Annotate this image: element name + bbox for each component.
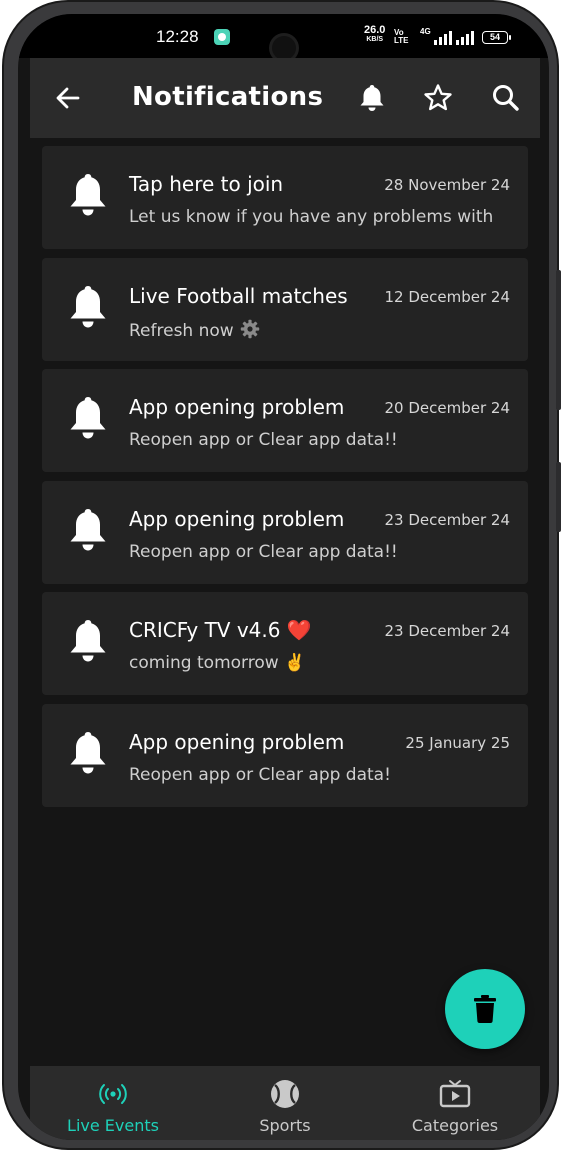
power-button [556, 270, 561, 410]
nav-item-categories[interactable]: Categories [390, 1066, 520, 1140]
network-speed-unit: KB/S [366, 36, 384, 43]
notification-date: 23 December 24 [384, 510, 511, 529]
signal-strength-icon-2 [456, 31, 474, 45]
bell-icon[interactable] [356, 82, 388, 114]
notification-body-text: Let us know if you have any problems wit… [129, 207, 494, 227]
volte-indicator: Vo LTE [394, 28, 409, 45]
notification-body-text: Refresh now [129, 320, 234, 341]
network-type: 4G [420, 27, 431, 36]
bell-icon [66, 730, 110, 778]
app-bar: Notifications [30, 58, 540, 138]
notification-body-text: Reopen app or Clear app data! [129, 764, 391, 785]
arrow-left-icon[interactable] [54, 84, 82, 112]
notification-date: 23 December 24 [384, 622, 511, 640]
trash-icon [474, 995, 496, 1023]
notification-title: Tap here to join [129, 172, 284, 196]
notification-title: App opening problem [129, 729, 345, 754]
screen: 12:28 26.0 KB/S Vo LTE 4G 54 Notificatio… [18, 14, 549, 1140]
ball-icon [271, 1080, 299, 1108]
signal-strength-icon [434, 31, 452, 45]
notification-body-text: coming tomorrow ✌️ [129, 653, 306, 673]
notification-card[interactable]: Live Football matches 12 December 24 Refre… [42, 257, 528, 361]
bell-icon [66, 507, 110, 555]
bell-icon [66, 284, 110, 332]
bottom-navigation: Live Events Sports Categories [30, 1066, 540, 1140]
notification-title: Live Football matches [129, 283, 348, 308]
nav-label-sports: Sports [259, 1116, 311, 1135]
notification-title: App opening problem [129, 506, 345, 531]
page-title: Notifications [132, 82, 324, 112]
status-bar: 12:28 26.0 KB/S Vo LTE 4G 54 [18, 14, 549, 60]
phone-frame: 12:28 26.0 KB/S Vo LTE 4G 54 Notificatio… [4, 2, 557, 1148]
notification-card[interactable]: CRICFy TV v4.6 ❤️ 23 December 24 coming to… [42, 592, 528, 695]
notification-body: Refresh now [129, 319, 509, 341]
notification-date: 12 December 24 [384, 287, 511, 306]
nav-label-categories: Categories [411, 1116, 499, 1135]
notification-body: Reopen app or Clear app data! [129, 765, 509, 785]
notification-card[interactable]: App opening problem 25 January 25 Reopen a… [42, 703, 528, 807]
network-speed: 26.0 KB/S [364, 25, 385, 45]
notification-body-text: Reopen app or Clear app data!! [129, 541, 398, 562]
nav-label-live-events: Live Events [67, 1116, 159, 1135]
notification-body: Reopen app or Clear app data!! [129, 430, 509, 450]
tv-icon [439, 1080, 471, 1108]
nav-item-live-events[interactable]: Live Events [48, 1066, 178, 1140]
notification-date: 28 November 24 [384, 176, 510, 194]
battery-icon: 54 [482, 31, 511, 44]
notification-body: Let us know if you have any problems wit… [129, 207, 509, 227]
notification-date: 25 January 25 [405, 733, 510, 752]
nav-item-sports[interactable]: Sports [220, 1066, 350, 1140]
live-signal-icon [99, 1084, 127, 1104]
notification-card[interactable]: Tap here to join 28 November 24 Let us kno… [42, 146, 528, 249]
notification-body: Reopen app or Clear app data!! [129, 542, 509, 562]
notification-date: 20 December 24 [384, 399, 511, 417]
notification-card[interactable]: App opening problem 23 December 24 Reopen … [42, 480, 528, 584]
status-time: 12:28 [156, 27, 199, 46]
notification-title: App opening problem [129, 395, 345, 419]
front-camera [272, 36, 296, 60]
notification-body-text: Reopen app or Clear app data!! [129, 430, 398, 450]
delete-all-button[interactable] [445, 969, 525, 1049]
gear-icon [234, 319, 260, 341]
star-icon[interactable] [422, 82, 454, 114]
notification-body: coming tomorrow ✌️ [129, 653, 509, 673]
bell-icon [66, 395, 110, 443]
notification-card[interactable]: App opening problem 20 December 24 Reopen … [42, 369, 528, 472]
volume-button [556, 462, 561, 532]
notification-title: CRICFy TV v4.6 ❤️ [129, 618, 312, 642]
bell-icon [66, 172, 110, 220]
app-notification-icon [214, 29, 230, 45]
bell-icon [66, 618, 110, 666]
search-icon[interactable] [490, 82, 522, 114]
